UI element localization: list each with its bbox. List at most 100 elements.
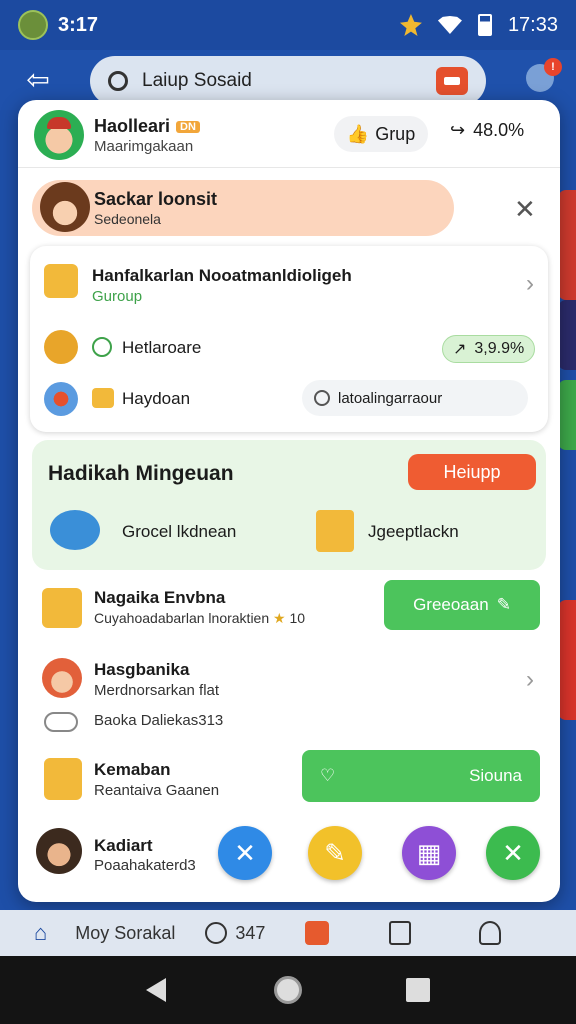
list-item-sub: Merdnorsarkan flat bbox=[94, 682, 220, 699]
list-item-sub-text: Cuyahoadabarlan lnoraktien bbox=[94, 610, 270, 626]
notification-badge: ! bbox=[544, 58, 562, 76]
search-bar[interactable]: Laiup Sosaid bbox=[90, 56, 486, 106]
row1-title: Hanfalkarlan Nooatmanldioligeh bbox=[92, 266, 352, 285]
wifi-icon bbox=[437, 16, 462, 34]
nav-back-icon[interactable] bbox=[146, 978, 166, 1002]
thumbs-up-icon: 👍 bbox=[346, 123, 370, 144]
highlight-banner[interactable]: Sackar loonsit Sedeonela bbox=[32, 180, 454, 236]
avatar[interactable] bbox=[34, 110, 84, 160]
list-item-icon-1 bbox=[42, 588, 82, 628]
list-action-label: Greeoaan bbox=[413, 595, 489, 614]
gift-nav-icon[interactable] bbox=[305, 921, 330, 945]
status-bar: 3:17 17:33 bbox=[0, 0, 576, 50]
list-action-button[interactable]: ♡ Siouna bbox=[302, 750, 540, 802]
clock-icon[interactable] bbox=[205, 922, 228, 944]
battery-icon bbox=[477, 14, 492, 36]
row3-search-text: latoalingarraour bbox=[338, 389, 443, 407]
folder-icon bbox=[44, 264, 78, 298]
group-like-button[interactable]: 👍 Grup bbox=[334, 116, 428, 152]
info-card: Hanfalkarlan Nooatmanldioligeh Guroup › … bbox=[30, 246, 548, 432]
profile-icon[interactable] bbox=[479, 921, 502, 945]
group-button-label: Grup bbox=[375, 123, 416, 144]
banner-title: Sackar loonsit bbox=[94, 189, 218, 209]
list-item-icon-3 bbox=[44, 758, 82, 800]
system-nav-bar bbox=[0, 956, 576, 1024]
edge-peek-green bbox=[558, 380, 576, 450]
row1-sub: Guroup bbox=[92, 288, 143, 305]
list-item-sub: Cuyahoadabarlan lnoraktien ★ 10 bbox=[94, 610, 305, 627]
header-tag: DN bbox=[176, 121, 200, 134]
row3-label: Haydoan bbox=[122, 389, 191, 408]
nav-count: 347 bbox=[235, 922, 266, 943]
edit-icon: ✎ bbox=[496, 595, 511, 614]
edit-nav-icon[interactable] bbox=[389, 921, 412, 945]
list-item-title: Hasgbanika bbox=[94, 660, 190, 679]
search-icon bbox=[314, 390, 330, 406]
list-item-extra: 10 bbox=[289, 610, 306, 626]
list-item-sub: Reantaiva Gaanen bbox=[94, 782, 220, 799]
bottom-nav: ⌂ Moy Sorakal 347 bbox=[0, 910, 576, 956]
nav-label[interactable]: Moy Sorakal bbox=[75, 923, 175, 944]
status-time-right: 17:33 bbox=[507, 13, 558, 36]
search-icon bbox=[108, 71, 128, 91]
chevron-right-icon[interactable]: › bbox=[526, 270, 534, 298]
back-arrow-icon[interactable]: ⇦ bbox=[22, 64, 54, 96]
member-list: Nagaika Envbna Cuyahoadabarlan lnoraktie… bbox=[30, 572, 548, 890]
chevron-right-icon[interactable]: › bbox=[526, 666, 534, 694]
search-text: Laiup Sosaid bbox=[142, 70, 252, 91]
list-item-extra: Baoka Daliekas313 bbox=[94, 712, 224, 729]
header-subtitle: Maarimgakaan bbox=[94, 138, 194, 155]
pet-icon bbox=[399, 14, 422, 36]
share-arrow-icon: ↪ bbox=[450, 120, 466, 140]
growth-badge: ↗ 3,9.9% bbox=[442, 335, 536, 363]
status-icons: 17:33 bbox=[399, 13, 558, 37]
action-green-button[interactable]: ✕ bbox=[486, 826, 540, 880]
close-icon[interactable]: ✕ bbox=[514, 194, 536, 225]
header-name-text: Haolleari bbox=[94, 116, 171, 136]
promo-card: Hadikah Mingeuan Heiupp Grocel lkdnean J… bbox=[32, 440, 546, 570]
search-badge-icon[interactable] bbox=[436, 67, 468, 95]
trend-icon: ↗ bbox=[453, 341, 467, 358]
banner-avatar bbox=[40, 182, 90, 232]
promo-button[interactable]: Heiupp bbox=[408, 454, 536, 490]
status-time-left: 3:17 bbox=[58, 13, 99, 36]
action-yellow-button[interactable]: ✎ bbox=[308, 826, 362, 880]
growth-value: 3,9.9% bbox=[474, 340, 525, 357]
nav-home-icon[interactable] bbox=[274, 976, 302, 1004]
share-button[interactable]: ↪ 48.0% bbox=[450, 120, 524, 141]
fish-icon bbox=[50, 510, 100, 550]
gift-icon bbox=[92, 388, 114, 408]
action-purple-button[interactable]: ▦ bbox=[402, 826, 456, 880]
sheep-icon bbox=[44, 712, 78, 732]
star-icon: ★ bbox=[273, 610, 286, 626]
edge-peek-red bbox=[558, 190, 576, 300]
promo-item2[interactable]: Jgeeptlackn bbox=[368, 522, 459, 542]
nav-recents-icon[interactable] bbox=[406, 978, 430, 1002]
promo-item1[interactable]: Grocel lkdnean bbox=[122, 522, 236, 542]
row3-search-field[interactable]: latoalingarraour bbox=[302, 380, 528, 416]
list-item-sub: Poaahakaterd3 bbox=[94, 857, 196, 874]
edge-peek-red-2 bbox=[558, 600, 576, 720]
sheet-header: Haolleari DN Maarimgakaan 👍 Grup ↪ 48.0% bbox=[18, 100, 560, 168]
list-item-avatar-4 bbox=[36, 828, 82, 874]
list-item-title: Kemaban bbox=[94, 760, 171, 779]
list-item-title: Nagaika Envbna bbox=[94, 588, 226, 607]
list-item-avatar-2 bbox=[42, 658, 82, 698]
basket-icon bbox=[316, 510, 354, 552]
list-action-button[interactable]: Greeoaan ✎ bbox=[384, 580, 540, 630]
banner-subtitle: Sedeonela bbox=[94, 211, 161, 227]
header-name: Haolleari DN bbox=[94, 116, 200, 137]
home-icon[interactable]: ⌂ bbox=[34, 920, 47, 946]
edge-peek-dark bbox=[558, 300, 576, 370]
row2-label: Hetlaroare bbox=[122, 338, 202, 357]
flower-icon bbox=[44, 382, 78, 416]
heart-icon: ♡ bbox=[320, 766, 336, 785]
chat-icon bbox=[92, 337, 112, 357]
coins-icon bbox=[44, 330, 78, 364]
promo-title: Hadikah Mingeuan bbox=[48, 462, 234, 485]
share-value: 48.0% bbox=[473, 120, 525, 140]
list-action-label: Siouna bbox=[469, 766, 522, 785]
list-item-title: Kadiart bbox=[94, 836, 153, 855]
action-blue-button[interactable]: ✕ bbox=[218, 826, 272, 880]
status-avatar-icon bbox=[18, 10, 48, 40]
